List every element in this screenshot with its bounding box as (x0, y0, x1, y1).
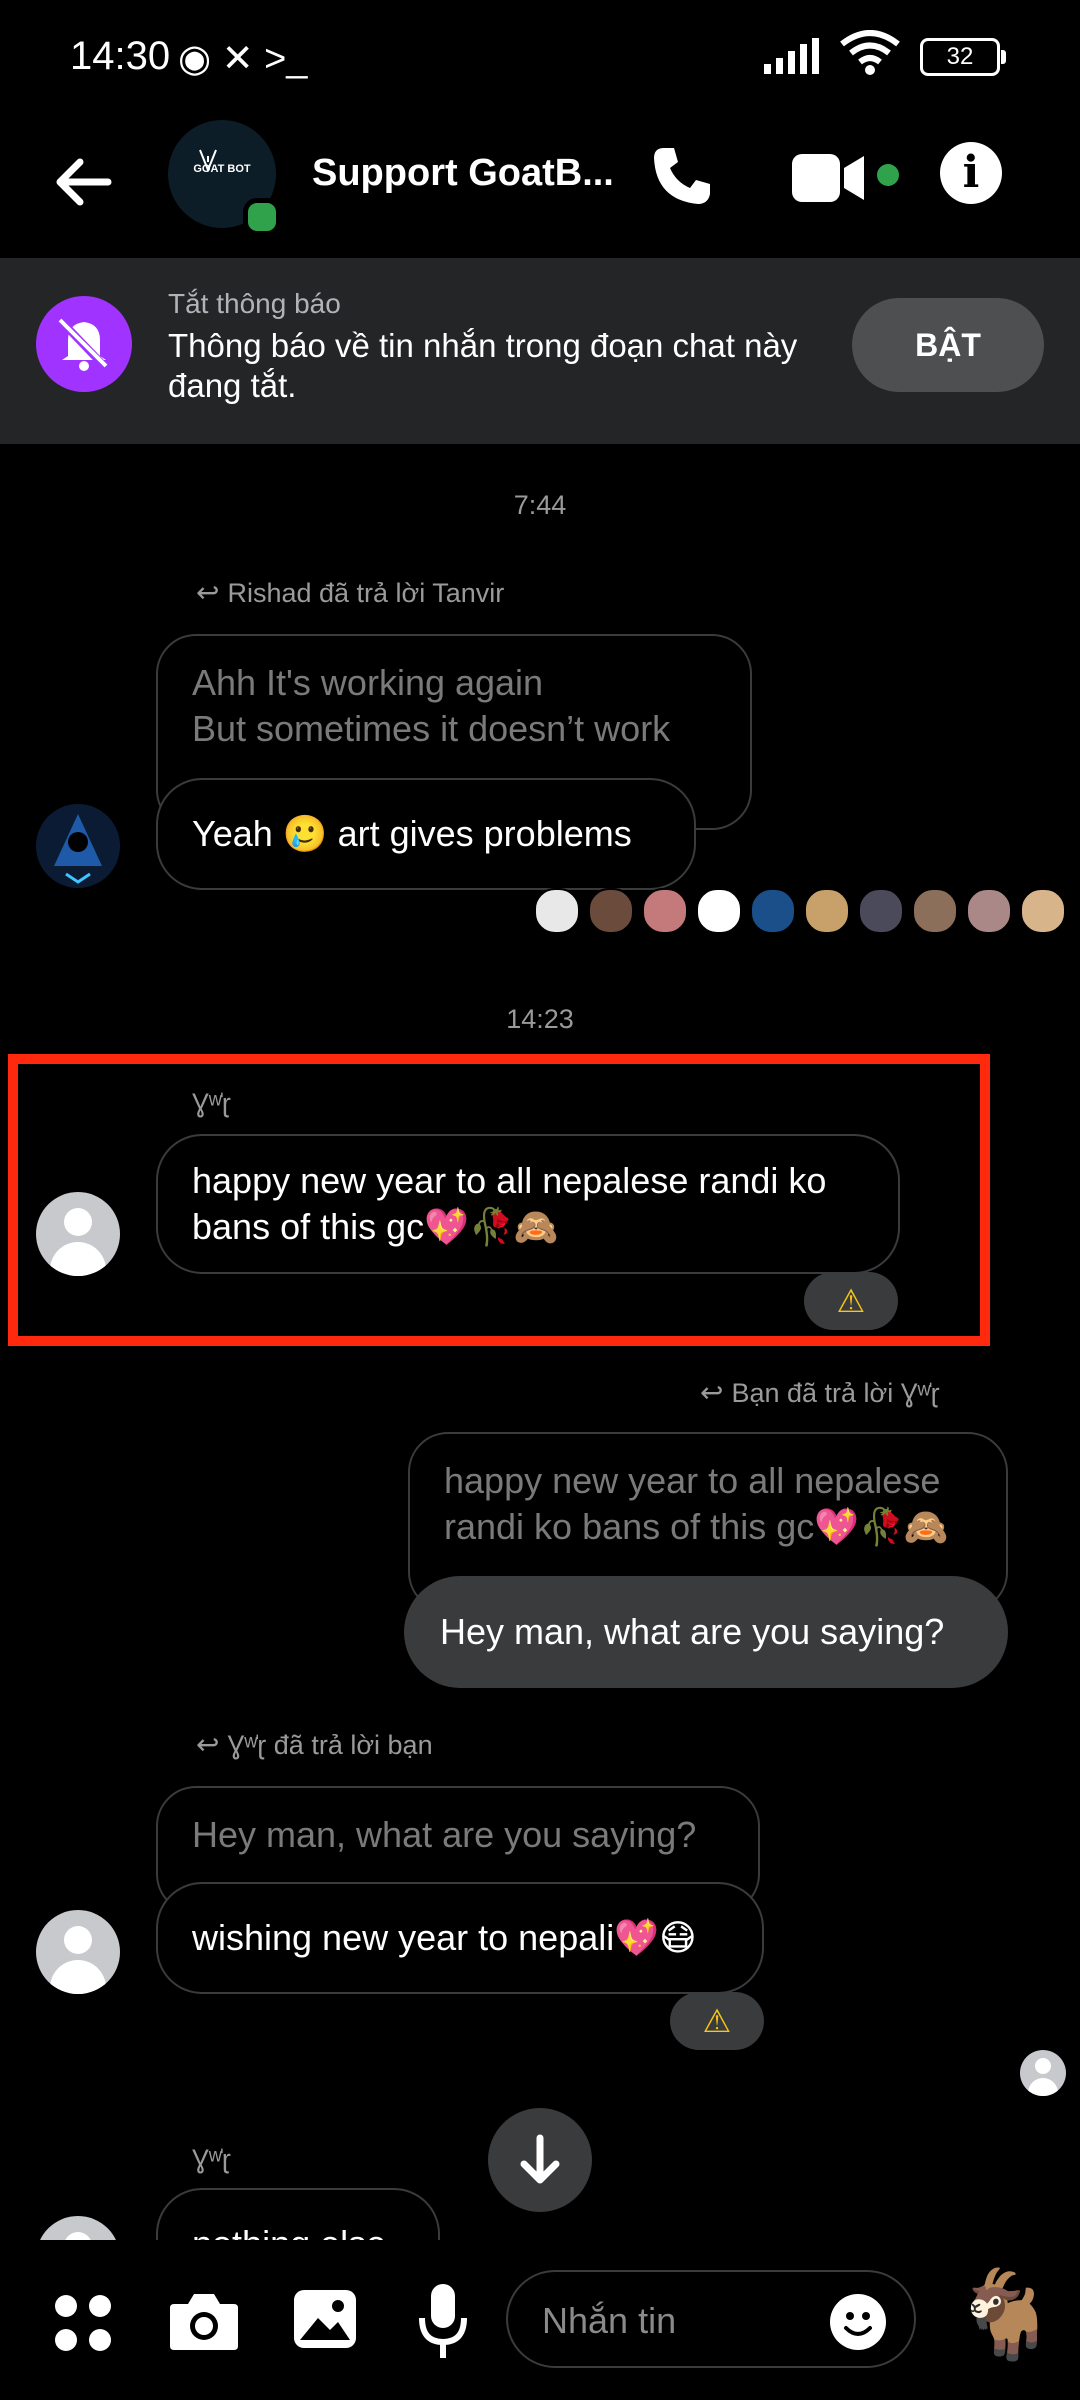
message-bubble[interactable]: wishing new year to nepali💖😷 (156, 1882, 764, 1994)
reply-icon: ↩ (700, 1377, 724, 1408)
seen-avatar (750, 888, 796, 934)
reply-label: ↩ Rishad đã trả lời Tanvir (196, 576, 504, 609)
timestamp: 14:23 (506, 1004, 574, 1034)
sender-avatar[interactable] (36, 1192, 120, 1276)
banner-subtitle: Tắt thông báo (168, 288, 341, 319)
seen-avatar (1020, 2050, 1066, 2096)
muted-notification-banner: Tắt thông báo Thông báo về tin nhắn tron… (0, 258, 1080, 444)
muted-bell-icon (36, 296, 132, 392)
info-icon[interactable]: i (940, 142, 1002, 204)
timestamp: 7:44 (513, 490, 567, 520)
seen-avatar (858, 888, 904, 934)
warning-icon[interactable]: ⚠ (804, 1272, 898, 1330)
battery-indicator: 32 (920, 38, 1006, 76)
seen-avatar (1020, 888, 1066, 934)
arrow-down-icon (520, 2134, 560, 2184)
reply-label: ↩ Ɣʷ̍ɽ đã trả lời bạn (196, 1728, 433, 1761)
chat-header: GOAT BOT Support GoatB... i (0, 120, 1080, 255)
signal-icon (764, 38, 819, 74)
reply-label-text: Rishad đã trả lời Tanvir (227, 578, 505, 608)
status-time: 14:30 (70, 34, 171, 78)
online-status-dot (243, 198, 281, 236)
message-bubble[interactable]: Yeah 🥲 art gives problems (156, 778, 696, 890)
sender-avatar[interactable] (36, 804, 120, 888)
status-bar: 14:30 ◉ ✕ >_ 32 (0, 0, 1080, 120)
reply-label: ↩ Bạn đã trả lời Ɣʷ̍ɽ (700, 1376, 940, 1409)
message-input-placeholder: Nhắn tin (542, 2300, 677, 2341)
seen-avatar (588, 888, 634, 934)
video-online-dot (877, 164, 899, 186)
seen-avatar (804, 888, 850, 934)
microphone-icon[interactable] (418, 2282, 468, 2362)
goat-emoji-icon[interactable]: 🐐 (952, 2264, 1059, 2365)
seen-avatar (966, 888, 1012, 934)
reply-icon: ↩ (196, 577, 220, 608)
avatar-label: GOAT BOT (193, 163, 251, 175)
sender-avatar[interactable] (36, 2216, 120, 2240)
sender-avatar[interactable] (36, 1910, 120, 1994)
camera-icon[interactable] (168, 2290, 240, 2352)
sender-name: Ɣʷ̍ɽ (192, 1088, 231, 1118)
video-call-icon[interactable] (792, 152, 864, 204)
banner-text: Thông báo về tin nhắn trong đoạn chat nà… (168, 327, 798, 404)
chat-title[interactable]: Support GoatB... (312, 152, 614, 195)
wifi-icon (840, 30, 900, 75)
apps-grid-icon[interactable] (52, 2292, 116, 2356)
seen-avatar (642, 888, 688, 934)
my-message-bubble[interactable]: Hey man, what are you saying? (404, 1576, 1008, 1688)
quoted-line-1: Ahh It's working again (192, 662, 544, 703)
back-arrow-icon[interactable] (52, 150, 116, 214)
quoted-line-2: But sometimes it doesn’t work (192, 708, 671, 749)
unmute-button[interactable]: BẬT (852, 298, 1044, 392)
warning-icon[interactable]: ⚠ (670, 1992, 764, 2050)
phone-icon[interactable] (650, 144, 714, 208)
scroll-down-button[interactable] (488, 2108, 592, 2212)
notification-icons: ◉ ✕ >_ (178, 38, 308, 80)
gallery-icon[interactable] (292, 2288, 358, 2350)
reply-icon: ↩ (196, 1729, 220, 1760)
seen-avatar (912, 888, 958, 934)
message-bubble[interactable]: happy new year to all nepalese randi ko … (156, 1134, 900, 1274)
reply-label-text: Ɣʷ̍ɽ đã trả lời bạn (227, 1730, 433, 1760)
reply-label-text: Bạn đã trả lời Ɣʷ̍ɽ (731, 1378, 940, 1408)
hooded-figure-icon (36, 804, 120, 888)
seen-by-row[interactable] (534, 888, 1074, 934)
emoji-icon[interactable] (830, 2294, 886, 2350)
message-bubble[interactable]: nothing else (156, 2188, 440, 2240)
composer-bar: Nhắn tin 🐐 (0, 2240, 1080, 2400)
sender-name: Ɣʷ̍ɽ (192, 2144, 231, 2174)
seen-avatar (534, 888, 580, 934)
seen-avatar (696, 888, 742, 934)
